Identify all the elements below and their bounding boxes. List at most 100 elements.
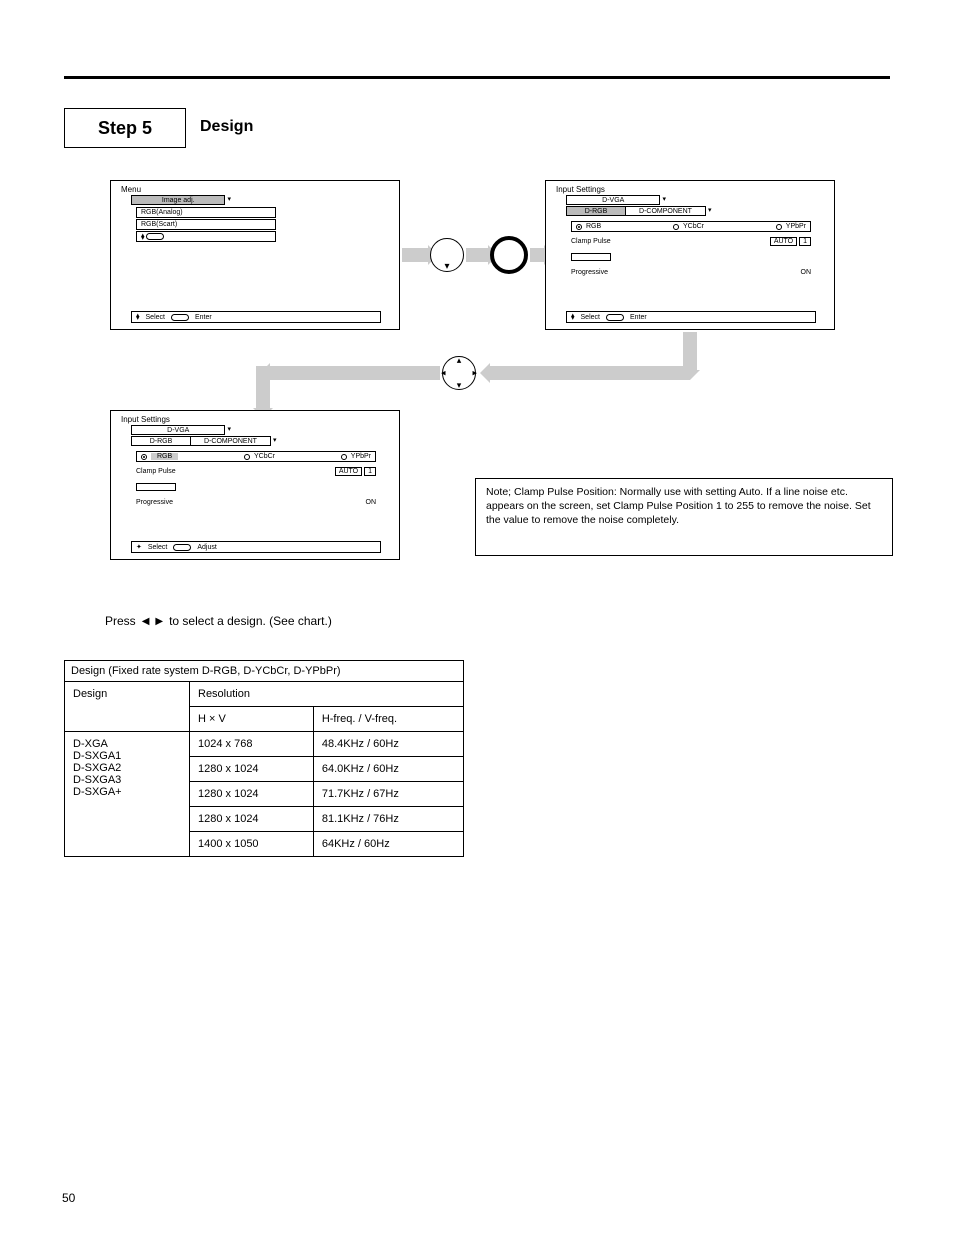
updown-icon: ▴▾ [136,314,140,320]
help-select: Select [148,544,167,551]
prog-label: Progressive [136,499,173,506]
osd1-helpbar: ▴▾ Select Enter [131,311,381,323]
design-table: Design (Fixed rate system D-RGB, D-YCbCr… [64,660,464,857]
help-select: Select [146,314,165,321]
arrow-vert [683,332,697,370]
dpad-icon: ✦ [136,543,142,551]
radio-label-2: YCbCr [254,453,275,460]
clamp-label: Clamp Pulse [571,238,611,245]
note-label: Note; [486,486,511,498]
prog-label: Progressive [571,269,608,276]
design-1: D-SXGA1 [73,750,121,762]
chevron-down-icon: ▾ [225,195,231,205]
osd1-row-2[interactable]: RGB(Scart) [136,219,276,230]
triangle-left-icon: ◀ [142,616,150,627]
instr-prefix: Press [105,614,136,628]
freq-0: 48.4KHz / 60Hz [313,732,463,757]
osd2-slider-row[interactable] [571,253,811,261]
enter-pill-icon [173,544,191,551]
sub-freq: H-freq. / V-freq. [313,707,463,732]
radio-label-1-sel: RGB [151,453,178,460]
rule-top [64,76,890,79]
enter-button[interactable] [490,236,528,274]
res-3: 1280 x 1024 [190,807,314,832]
osd2-prog-row: Progressive ON [571,269,811,276]
osd3-radio-row[interactable]: RGB YCbCr YPbPr [136,451,376,462]
osd1-row-1[interactable]: RGB(Analog) [136,207,276,218]
osd2-tab-c[interactable]: D-COMPONENT [626,206,706,216]
step-title: Design [200,118,253,136]
chevron-down-icon: ▾ [706,206,712,216]
osd2-tab-a[interactable]: D-VGA [566,195,660,205]
arrow-icon [490,366,690,380]
table-header: Design (Fixed rate system D-RGB, D-YCbCr… [65,661,464,682]
chevron-down-icon: ▾ [225,425,231,435]
clamp-auto[interactable]: AUTO [770,237,797,246]
arrow-icon [466,248,488,262]
help-select: Select [581,314,600,321]
triangle-right-icon: ▶ [155,616,163,627]
arrow-icon [270,366,440,380]
slider-icon[interactable] [571,253,611,261]
clamp-auto[interactable]: AUTO [335,467,362,476]
radio-icon[interactable] [341,454,347,460]
freq-4: 64KHz / 60Hz [313,832,463,857]
osd2-title: Input Settings [556,185,605,194]
radio-icon[interactable] [244,454,250,460]
radio-on-icon[interactable] [576,224,582,230]
col-design: Design [65,682,190,732]
freq-2: 71.7KHz / 67Hz [313,782,463,807]
osd1-title: Menu [121,185,141,194]
design-2: D-SXGA2 [73,762,121,774]
dpad-nav-button[interactable]: ◂ ▸ [442,356,476,390]
dpad-down-button[interactable] [430,238,464,272]
chevron-down-icon: ▾ [271,436,277,446]
page-number: 50 [62,1191,75,1205]
slider-icon[interactable] [136,483,176,491]
step-label-box: Step 5 [64,108,186,148]
osd3-tab-a[interactable]: D-VGA [131,425,225,435]
updown-icon: ▴▾ [141,234,145,240]
col-resolution: Resolution [190,682,464,707]
instruction-line: Press ◀ ▶ to select a design. (See chart… [105,614,332,628]
osd3-tab-c[interactable]: D-COMPONENT [191,436,271,446]
osd1-tab-1[interactable]: Image adj. [131,195,225,205]
osd1-row1-text: RGB(Analog) [141,209,183,216]
chevron-down-icon: ▾ [660,195,666,205]
help-adjust: Adjust [197,544,216,551]
osd3-clamp-row: Clamp Pulse AUTO 1 [136,467,376,476]
osd3-helpbar: ✦ Select Adjust [131,541,381,553]
freq-3: 81.1KHz / 76Hz [313,807,463,832]
instr-suffix: to select a design. (See chart.) [169,614,332,628]
osd3-tab1row: D-VGA ▾ [131,425,231,435]
triangle-right-icon: ▸ [472,368,477,379]
osd3-slider-row[interactable] [136,483,376,491]
arrow-down-icon [256,366,270,408]
help-enter: Enter [195,314,212,321]
radio-icon[interactable] [776,224,782,230]
radio-icon[interactable] [673,224,679,230]
osd3-tab2row: D-RGB D-COMPONENT ▾ [131,436,291,446]
pill-icon [146,233,164,240]
prog-value: ON [366,499,377,506]
radio-label-3: YPbPr [786,223,806,230]
enter-pill-icon [171,314,189,321]
radio-on-icon[interactable] [141,454,147,460]
design-0: D-XGA [73,738,108,750]
osd2-tab2row: D-RGB D-COMPONENT ▾ [566,206,726,216]
osd2-radio-row[interactable]: RGB YCbCr YPbPr [571,221,811,232]
osd2-tab-b[interactable]: D-RGB [566,206,626,216]
osd1-row-3[interactable]: ▴▾ [136,231,276,242]
design-4: D-SXGA+ [73,786,122,798]
osd3-title: Input Settings [121,415,170,424]
osd1-tabs: Image adj. ▾ [131,195,231,205]
clamp-value[interactable]: 1 [799,237,811,246]
clamp-value[interactable]: 1 [364,467,376,476]
updown-icon: ▴▾ [571,314,575,320]
osd2-tab1row: D-VGA ▾ [566,195,666,205]
arrow-icon [530,248,544,262]
arrow-icon [402,248,428,262]
res-1: 1280 x 1024 [190,757,314,782]
osd3-tab-b[interactable]: D-RGB [131,436,191,446]
table-row: D-XGA D-SXGA1 D-SXGA2 D-SXGA3 D-SXGA+ 10… [65,732,464,757]
